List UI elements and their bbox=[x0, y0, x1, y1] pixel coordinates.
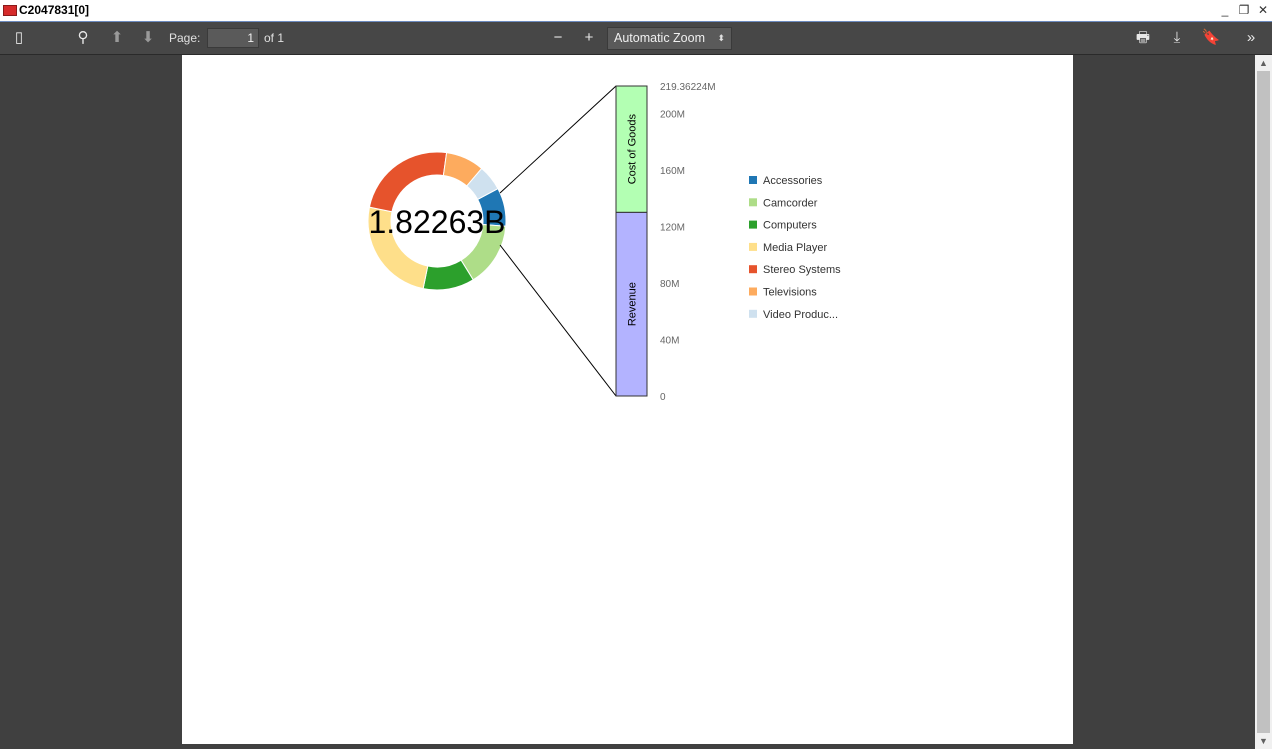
scrollbar-thumb[interactable] bbox=[1257, 71, 1270, 733]
tools-menu-icon[interactable]: » bbox=[1238, 27, 1264, 49]
legend-swatch bbox=[749, 242, 757, 251]
y-tick-label: 200M bbox=[660, 109, 685, 120]
zoom-in-button[interactable]: + bbox=[576, 27, 602, 49]
legend-item-label[interactable]: Video Produc... bbox=[763, 309, 838, 321]
vertical-scrollbar[interactable]: ▲ ▼ bbox=[1255, 55, 1272, 749]
bar-segment-label: Revenue bbox=[627, 282, 639, 326]
page-number-input[interactable] bbox=[207, 28, 259, 48]
y-tick-label: 80M bbox=[660, 279, 679, 290]
legend-swatch bbox=[749, 265, 757, 274]
legend-swatch bbox=[749, 198, 757, 207]
legend-item-label[interactable]: Media Player bbox=[763, 242, 828, 254]
zoom-out-button[interactable]: − bbox=[545, 27, 571, 49]
bookmark-icon[interactable]: 🔖 bbox=[1198, 27, 1224, 49]
bar-y-axis: 0 40M 80M 120M 160M 200M 219.36224M bbox=[660, 82, 716, 403]
legend-item-label[interactable]: Camcorder bbox=[763, 197, 818, 209]
close-button[interactable]: ✕ bbox=[1255, 3, 1271, 17]
y-tick-label: 160M bbox=[660, 166, 685, 177]
chart-canvas: 1.82263B Revenue Cost of Goods 0 40M 80M 120… bbox=[367, 82, 841, 403]
app-icon bbox=[3, 5, 17, 16]
legend-item-label[interactable]: Accessories bbox=[763, 175, 823, 187]
zoom-select[interactable]: Automatic Zoom ⬍ bbox=[607, 27, 732, 50]
connector-line-top bbox=[499, 85, 617, 194]
legend-item-label[interactable]: Stereo Systems bbox=[763, 264, 841, 276]
window-title-bar: C2047831[0] _ ❐ ✕ bbox=[0, 0, 1272, 22]
search-icon[interactable]: ⚲ bbox=[70, 27, 96, 49]
legend-swatch bbox=[749, 220, 757, 229]
page-count-label: of 1 bbox=[264, 31, 285, 45]
zoom-select-value: Automatic Zoom bbox=[614, 31, 706, 45]
connector-line-bottom bbox=[499, 244, 617, 397]
pdf-page: 1.82263B Revenue Cost of Goods 0 40M 80M 120… bbox=[182, 55, 1073, 744]
page-label: Page: bbox=[169, 31, 201, 45]
minimize-button[interactable]: _ bbox=[1217, 3, 1233, 17]
print-icon[interactable]: 🖶 bbox=[1130, 27, 1156, 49]
window-title: C2047831[0] bbox=[19, 3, 90, 17]
legend-swatch bbox=[749, 176, 757, 184]
legend-swatch bbox=[749, 287, 757, 296]
y-tick-label: 219.36224M bbox=[660, 82, 716, 93]
y-tick-label: 120M bbox=[660, 222, 685, 233]
scroll-up-icon[interactable]: ▲ bbox=[1255, 55, 1272, 71]
donut-center-label: 1.82263B bbox=[368, 204, 505, 240]
y-tick-label: 0 bbox=[660, 392, 666, 403]
restore-button[interactable]: ❐ bbox=[1236, 3, 1252, 17]
legend-swatch bbox=[749, 309, 757, 318]
bar-segment-label: Cost of Goods bbox=[627, 113, 639, 184]
sidebar-toggle-icon[interactable]: ▯ bbox=[6, 27, 32, 49]
chart-legend: Accessories Camcorder Computers Media Playe… bbox=[749, 175, 841, 321]
legend-item-label[interactable]: Televisions bbox=[763, 287, 817, 299]
previous-page-icon[interactable]: ⬆ bbox=[104, 27, 130, 49]
download-icon[interactable]: ⤓ bbox=[1164, 27, 1190, 49]
donut-slice-stereo-systems[interactable] bbox=[368, 151, 448, 213]
next-page-icon[interactable]: ⬇ bbox=[135, 27, 161, 49]
y-tick-label: 40M bbox=[660, 335, 679, 346]
stacked-bar-chart: Revenue Cost of Goods bbox=[615, 85, 648, 397]
breakdown-connector-lines bbox=[499, 85, 617, 397]
scroll-down-icon[interactable]: ▼ bbox=[1255, 733, 1272, 749]
legend-item-label[interactable]: Computers bbox=[763, 220, 817, 232]
chevron-up-down-icon: ⬍ bbox=[717, 33, 725, 43]
